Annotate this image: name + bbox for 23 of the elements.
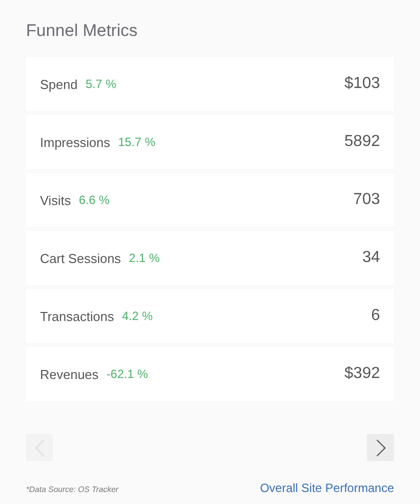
- metric-change: 5.7 %: [86, 77, 116, 91]
- metric-label: Transactions: [40, 308, 114, 324]
- metric-label: Cart Sessions: [40, 250, 121, 266]
- metric-value: 703: [353, 191, 380, 209]
- metric-label: Revenues: [40, 366, 99, 382]
- metric-value: $103: [344, 75, 380, 93]
- metric-label: Impressions: [40, 134, 110, 150]
- metric-value: $392: [344, 365, 380, 383]
- metric-label: Visits: [40, 192, 71, 208]
- metric-value: 6: [371, 307, 380, 325]
- metric-value: 34: [362, 249, 380, 267]
- next-button[interactable]: [367, 434, 394, 461]
- metric-change: 15.7 %: [118, 135, 156, 149]
- metric-change: 2.1 %: [128, 251, 160, 265]
- chevron-right-icon: [376, 438, 386, 456]
- metric-value: 5892: [344, 133, 380, 151]
- panel-title: Funnel Metrics: [26, 20, 138, 42]
- overall-site-performance-link[interactable]: Overall Site Performance: [260, 481, 394, 495]
- metric-change: -62.1 %: [106, 367, 148, 381]
- metric-label: Spend: [40, 76, 78, 92]
- data-source-note: *Data Source: OS Tracker: [26, 485, 118, 494]
- metric-change: 6.6 %: [78, 193, 110, 207]
- metric-change: 4.2 %: [122, 309, 153, 323]
